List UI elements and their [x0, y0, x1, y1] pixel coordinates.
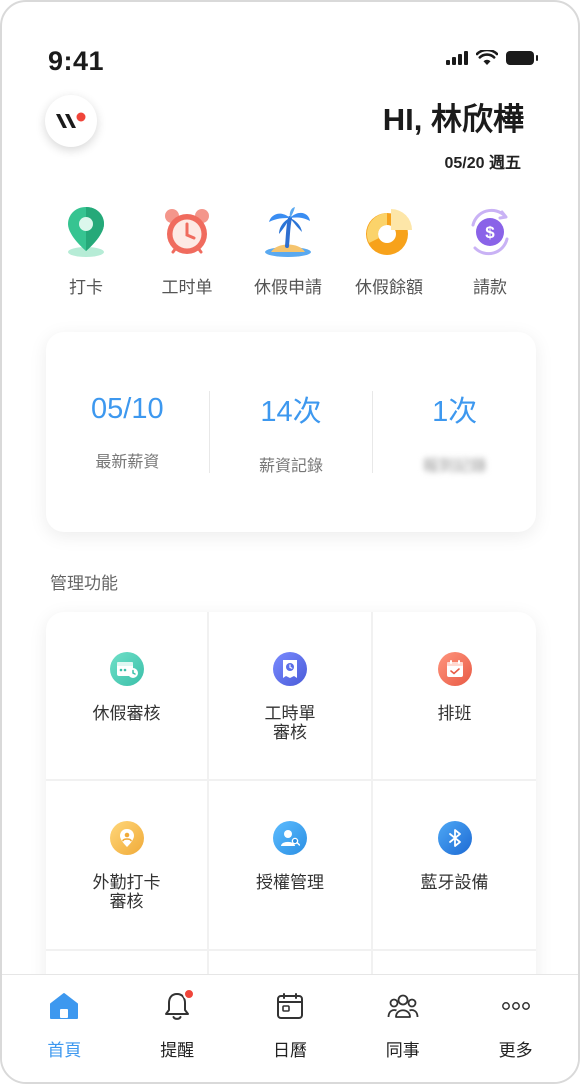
tab-label: 提醒 [160, 1041, 195, 1060]
quick-action-reimbursement[interactable]: $ 請款 [440, 205, 540, 298]
stat-label: 薪資記錄 [259, 458, 324, 475]
bell-icon [161, 988, 196, 1022]
bluetooth-icon [437, 821, 472, 855]
app-logo[interactable] [45, 95, 97, 147]
phone-frame: 9:41 HI, 林欣樺 05/20 週五 打卡 工时单 休假申請 休假餘額 $… [0, 0, 580, 1084]
quick-action-clock-in[interactable]: 打卡 [36, 205, 136, 298]
stat-label: 報到記錄 [422, 458, 487, 475]
bottom-tab-bar: 首頁 提醒 日曆 同事 更多 [2, 974, 578, 1082]
timesheet-clock-icon [273, 652, 307, 686]
calendar-icon [274, 990, 306, 1022]
manage-item-label: 休假審核 [92, 704, 161, 723]
tab-calendar[interactable]: 日曆 [234, 975, 347, 1082]
tab-label: 同事 [385, 1041, 420, 1060]
field-checkin-icon [109, 821, 144, 855]
quick-action-label: 工时单 [161, 278, 213, 297]
tab-label: 首頁 [47, 1041, 82, 1060]
manage-bluetooth-devices[interactable]: 藍牙設備 [373, 781, 536, 951]
quick-actions: 打卡 工时单 休假申請 休假餘額 $ 請款 [36, 205, 540, 298]
location-pin-icon [60, 205, 112, 259]
user-key-icon [273, 821, 307, 855]
calendar-check-icon [109, 652, 144, 686]
stat-value: 1次 [432, 396, 478, 428]
more-icon [500, 990, 532, 1022]
quick-action-timesheet[interactable]: 工时单 [137, 205, 237, 298]
stat-third-record[interactable]: 1次 報到記錄 [373, 388, 536, 476]
manage-item-label: 外勤打卡 審核 [92, 873, 161, 911]
stat-salary-records[interactable]: 14次 薪資記錄 [210, 388, 373, 476]
tab-more[interactable]: 更多 [459, 975, 572, 1082]
stats-card: 05/10 最新薪資 14次 薪資記錄 1次 報到記錄 [46, 332, 536, 532]
schedule-calendar-icon [437, 652, 472, 686]
stat-label: 最新薪資 [95, 453, 160, 471]
tab-colleagues[interactable]: 同事 [346, 975, 459, 1082]
svg-text:$: $ [485, 223, 495, 242]
wifi-icon [476, 50, 498, 65]
tab-reminders[interactable]: 提醒 [121, 975, 234, 1082]
pie-chart-icon [363, 205, 415, 259]
manage-authorization[interactable]: 授權管理 [209, 781, 373, 951]
battery-icon [506, 51, 538, 65]
quick-action-leave-request[interactable]: 休假申請 [238, 205, 338, 298]
manage-leave-review[interactable]: 休假審核 [46, 612, 209, 781]
logo-icon [56, 112, 86, 128]
colleagues-icon [387, 990, 419, 1022]
palm-tree-icon [262, 205, 314, 259]
status-icons [446, 50, 538, 66]
cellular-signal-icon [446, 51, 468, 65]
greeting-title: HI, 林欣樺 [382, 102, 524, 137]
quick-action-label: 休假餘額 [355, 278, 423, 297]
section-title: 管理功能 [50, 574, 118, 593]
current-date: 05/20 週五 [444, 155, 522, 172]
manage-field-checkin-review[interactable]: 外勤打卡 審核 [46, 781, 209, 951]
quick-action-label: 打卡 [69, 278, 103, 297]
quick-action-leave-balance[interactable]: 休假餘額 [339, 205, 439, 298]
notification-dot [183, 988, 196, 1000]
stat-latest-salary[interactable]: 05/10 最新薪資 [46, 393, 209, 472]
manage-timesheet-review[interactable]: 工時單 審核 [209, 612, 373, 781]
stat-value: 14次 [260, 396, 322, 428]
home-icon [48, 990, 80, 1022]
manage-shift-schedule[interactable]: 排班 [373, 612, 536, 781]
quick-action-label: 請款 [473, 278, 507, 297]
manage-item-label: 授權管理 [256, 873, 324, 892]
manage-item-label: 藍牙設備 [420, 873, 489, 892]
manage-grid: 休假審核 工時單 審核 排班 外勤打卡 審核 授權管理 藍牙設備 [46, 612, 536, 1012]
tab-label: 日曆 [272, 1041, 307, 1060]
tab-home[interactable]: 首頁 [8, 975, 121, 1082]
dollar-coin-icon: $ [464, 205, 516, 259]
manage-item-label: 工時單 審核 [264, 704, 316, 742]
tab-label: 更多 [498, 1041, 533, 1060]
status-time: 9:41 [48, 46, 105, 76]
alarm-clock-icon [161, 205, 213, 259]
stat-value: 05/10 [91, 392, 164, 425]
status-bar: 9:41 [2, 2, 578, 92]
manage-item-label: 排班 [437, 704, 472, 723]
quick-action-label: 休假申請 [254, 278, 322, 297]
